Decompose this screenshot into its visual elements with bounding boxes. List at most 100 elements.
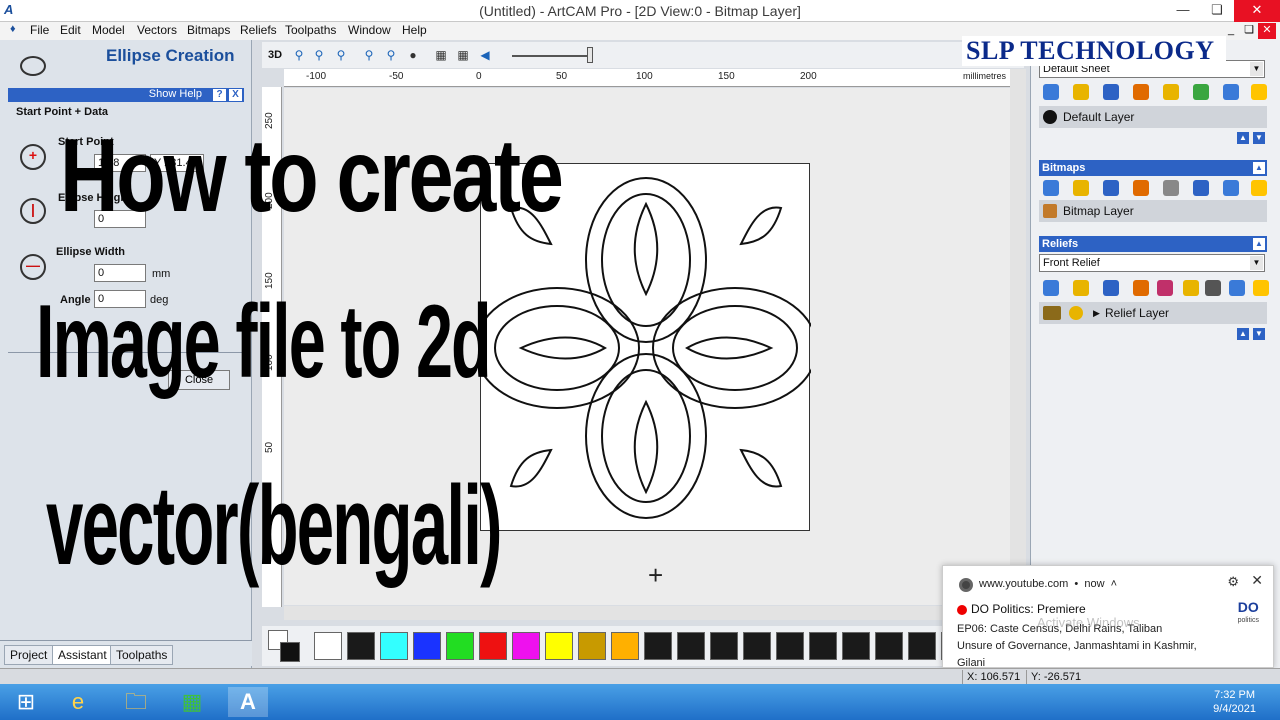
- ellipse-height-icon[interactable]: |: [20, 198, 46, 224]
- delete-relief-icon[interactable]: [1229, 280, 1245, 296]
- new-layer-icon[interactable]: [1043, 84, 1059, 100]
- ellipse-width-icon[interactable]: —: [20, 254, 46, 280]
- relief-properties-icon[interactable]: [1183, 280, 1199, 296]
- colour-swatch[interactable]: [314, 632, 342, 660]
- minimize-button[interactable]: —: [1166, 0, 1200, 22]
- merge-icon[interactable]: [1133, 84, 1149, 100]
- merge-bitmap-icon[interactable]: [1133, 180, 1149, 196]
- 3d-view-button[interactable]: 3D: [266, 46, 284, 64]
- menu-window[interactable]: Window: [348, 23, 391, 37]
- pan-icon[interactable]: ●: [404, 46, 422, 64]
- save-icon[interactable]: [1103, 84, 1119, 100]
- colour-swatch[interactable]: [743, 632, 771, 660]
- grid-icon[interactable]: ▦: [454, 46, 472, 64]
- bitmaps-section-header[interactable]: Bitmaps ▲: [1039, 160, 1267, 176]
- colour-swatch[interactable]: [809, 632, 837, 660]
- visibility-icon[interactable]: [1069, 306, 1083, 320]
- properties-icon[interactable]: [1163, 84, 1179, 100]
- lock-relief-icon[interactable]: [1253, 280, 1269, 296]
- colour-swatch[interactable]: [776, 632, 804, 660]
- tab-project[interactable]: Project: [4, 645, 54, 665]
- browser-notification[interactable]: www.youtube.com • now ˄ ⚙ ✕ DO Politics:…: [942, 565, 1274, 669]
- colour-swatch[interactable]: [413, 632, 441, 660]
- restore-button[interactable]: ❏: [1200, 0, 1234, 22]
- colour-swatch[interactable]: [677, 632, 705, 660]
- zoom-fit-icon[interactable]: ⚲: [332, 46, 350, 64]
- store-icon[interactable]: ▦: [172, 687, 212, 717]
- menu-model[interactable]: Model: [92, 23, 125, 37]
- calculator-icon[interactable]: [1205, 280, 1221, 296]
- tab-assistant[interactable]: Assistant: [52, 645, 113, 665]
- start-point-icon[interactable]: +: [20, 144, 46, 170]
- secondary-colour-swatch[interactable]: [280, 642, 300, 662]
- system-clock[interactable]: 7:32 PM 9/4/2021: [1213, 688, 1256, 716]
- colour-swatch[interactable]: [644, 632, 672, 660]
- save-bitmap-icon[interactable]: [1103, 180, 1119, 196]
- colour-swatch[interactable]: [545, 632, 573, 660]
- bitmap-layer-row[interactable]: Bitmap Layer: [1039, 200, 1267, 222]
- close-button[interactable]: ✕: [1234, 0, 1280, 22]
- contrast-slider-track[interactable]: [512, 55, 592, 57]
- move-down-icon[interactable]: ▼: [1253, 328, 1265, 340]
- colour-bitmap-icon[interactable]: [1193, 180, 1209, 196]
- menu-edit[interactable]: Edit: [60, 23, 81, 37]
- ellipse-width-input[interactable]: 0: [94, 264, 146, 282]
- colour-swatch[interactable]: [479, 632, 507, 660]
- colour-swatch[interactable]: [842, 632, 870, 660]
- colour-swatch[interactable]: [380, 632, 408, 660]
- internet-explorer-icon[interactable]: e: [58, 687, 98, 717]
- menu-bitmaps[interactable]: Bitmaps: [187, 23, 230, 37]
- horizontal-scrollbar[interactable]: [284, 606, 1026, 620]
- collapse-icon[interactable]: ▲: [1253, 238, 1265, 250]
- colour-swatch[interactable]: [611, 632, 639, 660]
- move-up-icon[interactable]: ▲: [1237, 132, 1249, 144]
- lock-icon[interactable]: [1251, 84, 1267, 100]
- lock-bitmap-icon[interactable]: [1251, 180, 1267, 196]
- close-help-icon[interactable]: X: [229, 89, 242, 101]
- zoom-out-icon[interactable]: ⚲: [310, 46, 328, 64]
- reliefs-section-header[interactable]: Reliefs ▲: [1039, 236, 1267, 252]
- open-bitmap-icon[interactable]: [1073, 180, 1089, 196]
- menu-reliefs[interactable]: Reliefs: [240, 23, 277, 37]
- menu-toolpaths[interactable]: Toolpaths: [285, 23, 336, 37]
- merge-relief-icon[interactable]: [1133, 280, 1149, 296]
- colour-swatch[interactable]: [875, 632, 903, 660]
- help-icon[interactable]: ?: [213, 89, 226, 101]
- colour-swatch[interactable]: [512, 632, 540, 660]
- new-relief-icon[interactable]: [1043, 280, 1059, 296]
- relief-layer-row[interactable]: ▶ Relief Layer: [1039, 302, 1267, 324]
- new-bitmap-icon[interactable]: [1043, 180, 1059, 196]
- colour-swatch[interactable]: [446, 632, 474, 660]
- snap-icon[interactable]: ▦: [432, 46, 450, 64]
- zoom-box-icon[interactable]: ⚲: [382, 46, 400, 64]
- grey-icon[interactable]: [1163, 180, 1179, 196]
- open-icon[interactable]: [1073, 84, 1089, 100]
- collapse-icon[interactable]: ▲: [1253, 162, 1265, 174]
- tab-toolpaths[interactable]: Toolpaths: [110, 645, 174, 665]
- colour-swatch[interactable]: [578, 632, 606, 660]
- show-help-link[interactable]: Show Help: [149, 88, 202, 100]
- zoom-in-icon[interactable]: ⚲: [290, 46, 308, 64]
- combine-icon[interactable]: [1157, 280, 1173, 296]
- mdi-restore-button[interactable]: ❏: [1240, 23, 1258, 39]
- mdi-close-button[interactable]: ✕: [1258, 23, 1276, 39]
- save-relief-icon[interactable]: [1103, 280, 1119, 296]
- colour-swatch[interactable]: [908, 632, 936, 660]
- back-arrow-icon[interactable]: ◀: [476, 46, 494, 64]
- file-explorer-icon[interactable]: 🗀: [116, 687, 156, 717]
- colour-swatch[interactable]: [710, 632, 738, 660]
- start-windows-icon[interactable]: ⊞: [6, 687, 46, 717]
- delete-icon[interactable]: [1223, 84, 1239, 100]
- relief-select[interactable]: Front Relief ▼: [1039, 254, 1265, 272]
- menu-vectors[interactable]: Vectors: [137, 23, 177, 37]
- vector-layer-row[interactable]: Default Layer: [1039, 106, 1267, 128]
- vertical-scrollbar[interactable]: [1010, 69, 1026, 606]
- contrast-slider-thumb[interactable]: [587, 47, 593, 63]
- menu-file[interactable]: File: [30, 23, 49, 37]
- move-down-icon[interactable]: ▼: [1253, 132, 1265, 144]
- expand-arrow-icon[interactable]: ▶: [1093, 302, 1100, 324]
- gear-icon[interactable]: ⚙: [1227, 574, 1239, 590]
- menu-help[interactable]: Help: [402, 23, 427, 37]
- chevron-down-icon[interactable]: ▼: [1250, 256, 1263, 270]
- close-icon[interactable]: ✕: [1251, 572, 1263, 589]
